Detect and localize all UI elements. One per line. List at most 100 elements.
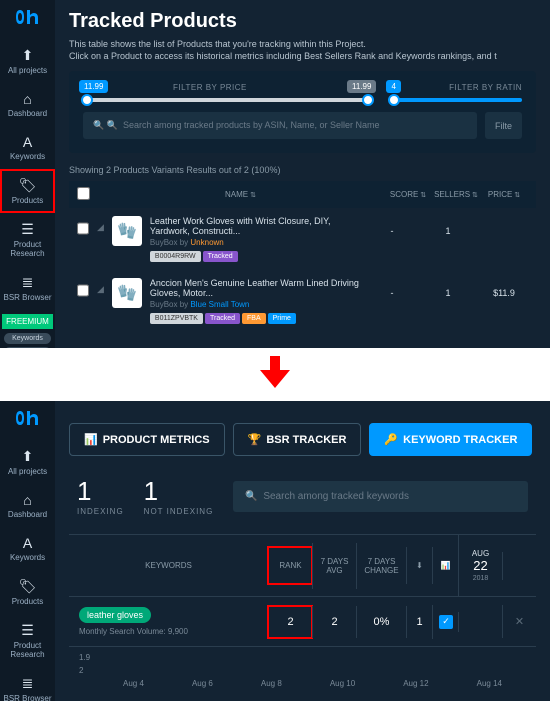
expand-caret-icon[interactable]: ◢ bbox=[97, 284, 104, 295]
table-header: NAME SCORE SELLERS PRICE bbox=[69, 181, 536, 208]
tab-label: BSR TRACKER bbox=[266, 434, 346, 446]
tab-label: PRODUCT METRICS bbox=[103, 434, 210, 446]
sidebar-label: BSR Browser bbox=[3, 293, 51, 302]
col-chart-toggle[interactable]: 📊 bbox=[432, 547, 458, 584]
sidebar-label: All projects bbox=[8, 66, 47, 75]
delete-button[interactable]: ✕ bbox=[502, 605, 536, 638]
expand-caret-icon[interactable]: ◢ bbox=[97, 222, 104, 233]
cell-chart-checkbox[interactable]: ✓ bbox=[432, 605, 458, 639]
col-keywords[interactable]: KEYWORDS bbox=[69, 547, 268, 584]
stack-icon: ☰ bbox=[2, 221, 53, 238]
home-icon: ⌂ bbox=[2, 492, 53, 508]
asin-badge: B011ZPVBTK bbox=[150, 313, 203, 324]
sidebar-label: Keywords bbox=[10, 553, 45, 562]
x-tick: Aug 4 bbox=[123, 679, 144, 688]
filter-button[interactable]: Filte bbox=[485, 112, 522, 139]
logo[interactable] bbox=[0, 401, 55, 440]
product-image: 🧤 bbox=[112, 278, 142, 308]
cell-rank: 2 bbox=[268, 606, 312, 638]
rating-slider[interactable]: 4 bbox=[390, 98, 522, 102]
badge-prime: Prime bbox=[268, 313, 296, 324]
sidebar-item-bsr-browser[interactable]: ≣ BSR Browser bbox=[0, 266, 55, 310]
col-7days-avg[interactable]: 7 DAYSAVG bbox=[312, 543, 356, 589]
slider-handle[interactable] bbox=[388, 94, 400, 106]
check-icon: ✓ bbox=[439, 615, 453, 629]
slider-handle[interactable] bbox=[81, 94, 93, 106]
select-all-checkbox[interactable] bbox=[77, 187, 90, 200]
keyword-pill: leather gloves bbox=[79, 607, 151, 623]
logo[interactable] bbox=[0, 0, 55, 39]
col-score[interactable]: SCORE bbox=[384, 190, 432, 199]
x-tick: Aug 14 bbox=[477, 679, 502, 688]
col-rank[interactable]: RANK bbox=[268, 547, 312, 584]
col-sellers[interactable]: SELLERS bbox=[432, 190, 480, 199]
sidebar-item-bsr-browser[interactable]: ≣BSR Browser bbox=[0, 667, 55, 701]
font-icon: A bbox=[2, 535, 53, 551]
product-row[interactable]: ◢ 🧤 Anccion Men's Genuine Leather Warm L… bbox=[69, 270, 536, 332]
sidebar-item-dashboard[interactable]: ⌂Dashboard bbox=[0, 484, 55, 527]
stat-label: INDEXING bbox=[77, 507, 124, 516]
stat-label: NOT INDEXING bbox=[144, 507, 214, 516]
arrow-divider bbox=[0, 348, 550, 401]
sidebar-label: Products bbox=[12, 597, 44, 606]
pill-keywords[interactable]: Keywords bbox=[4, 333, 51, 344]
tab-bsr-tracker[interactable]: 🏆BSR TRACKER bbox=[233, 423, 362, 456]
product-title: Anccion Men's Genuine Leather Warm Lined… bbox=[150, 278, 360, 298]
col-sort[interactable]: ⬇ bbox=[406, 547, 432, 584]
pill-products[interactable]: Products bbox=[4, 347, 51, 348]
cell-score: - bbox=[368, 278, 416, 298]
stat-not-indexing: 1 NOT INDEXING bbox=[144, 476, 214, 516]
freemium-badge: FREEMIUM bbox=[2, 314, 53, 329]
sidebar-item-products[interactable]: 🏷Products bbox=[0, 169, 55, 213]
x-tick: Aug 10 bbox=[330, 679, 355, 688]
sidebar-item-all-projects[interactable]: ⬆All projects bbox=[0, 440, 55, 484]
slider-handle[interactable] bbox=[362, 94, 374, 106]
sidebar-item-product-research[interactable]: ☰Product Research bbox=[0, 614, 55, 667]
sidebar-item-products[interactable]: 🏷Products bbox=[0, 570, 55, 614]
cell-score: - bbox=[368, 216, 416, 236]
sidebar-label: Product Research bbox=[10, 240, 44, 258]
col-name[interactable]: NAME bbox=[97, 190, 384, 199]
sidebar-item-dashboard[interactable]: ⌂Dashboard bbox=[0, 83, 55, 126]
x-tick: Aug 12 bbox=[403, 679, 428, 688]
tab-label: KEYWORD TRACKER bbox=[403, 434, 517, 446]
filter-price-label: FILTER BY PRICE bbox=[173, 83, 247, 92]
row-checkbox[interactable] bbox=[77, 284, 89, 297]
keyword-volume: Monthly Search Volume: 9,900 bbox=[79, 627, 262, 636]
sidebar-label: Products bbox=[12, 196, 44, 205]
price-slider[interactable]: 11.99 11.99 bbox=[83, 98, 372, 102]
sidebar-label: Product Research bbox=[10, 641, 44, 659]
row-checkbox[interactable] bbox=[77, 222, 89, 235]
sidebar-item-keywords[interactable]: AKeywords bbox=[0, 126, 55, 169]
list-icon: ≣ bbox=[2, 274, 53, 291]
stat-value: 1 bbox=[77, 476, 124, 507]
col-date[interactable]: AUG222018 bbox=[458, 535, 502, 596]
page-title: Tracked Products bbox=[69, 10, 536, 33]
key-icon: 🔑 bbox=[384, 433, 398, 446]
cell-sellers: 1 bbox=[424, 216, 472, 236]
sidebar-item-keywords[interactable]: A Keywords bbox=[0, 527, 55, 570]
sidebar-item-product-research[interactable]: ☰ Product Research bbox=[0, 213, 55, 266]
subtitle-2: Click on a Product to access its histori… bbox=[69, 51, 536, 61]
keyword-search-input[interactable]: 🔍 Search among tracked keywords bbox=[233, 481, 528, 512]
cell-change: 0% bbox=[356, 606, 406, 638]
col-7days-change[interactable]: 7 DAYSCHANGE bbox=[356, 543, 406, 589]
tab-keyword-tracker[interactable]: 🔑 KEYWORD TRACKER bbox=[369, 423, 532, 456]
cell-date-value bbox=[458, 612, 502, 632]
price-hi-badge: 11.99 bbox=[347, 80, 376, 93]
sidebar-item-all-projects[interactable]: ⬆All projects bbox=[0, 39, 55, 83]
tab-product-metrics[interactable]: 📊PRODUCT METRICS bbox=[69, 423, 225, 456]
cell-sellers: 1 bbox=[424, 278, 472, 298]
upload-icon: ⬆ bbox=[2, 448, 53, 465]
col-price[interactable]: PRICE bbox=[480, 190, 528, 199]
font-icon: A bbox=[2, 134, 53, 150]
search-placeholder: Search among tracked products by ASIN, N… bbox=[123, 120, 380, 130]
search-input[interactable]: 🔍 Search among tracked products by ASIN,… bbox=[83, 112, 477, 139]
product-image: 🧤 bbox=[112, 216, 142, 246]
keyword-row[interactable]: leather gloves Monthly Search Volume: 9,… bbox=[69, 596, 536, 646]
product-row[interactable]: ◢ 🧤 Leather Work Gloves with Wrist Closu… bbox=[69, 208, 536, 270]
cell-price bbox=[480, 216, 528, 226]
list-icon: ≣ bbox=[2, 675, 53, 692]
asin-badge: B0004R9RW bbox=[150, 251, 201, 262]
x-tick: Aug 8 bbox=[261, 679, 282, 688]
